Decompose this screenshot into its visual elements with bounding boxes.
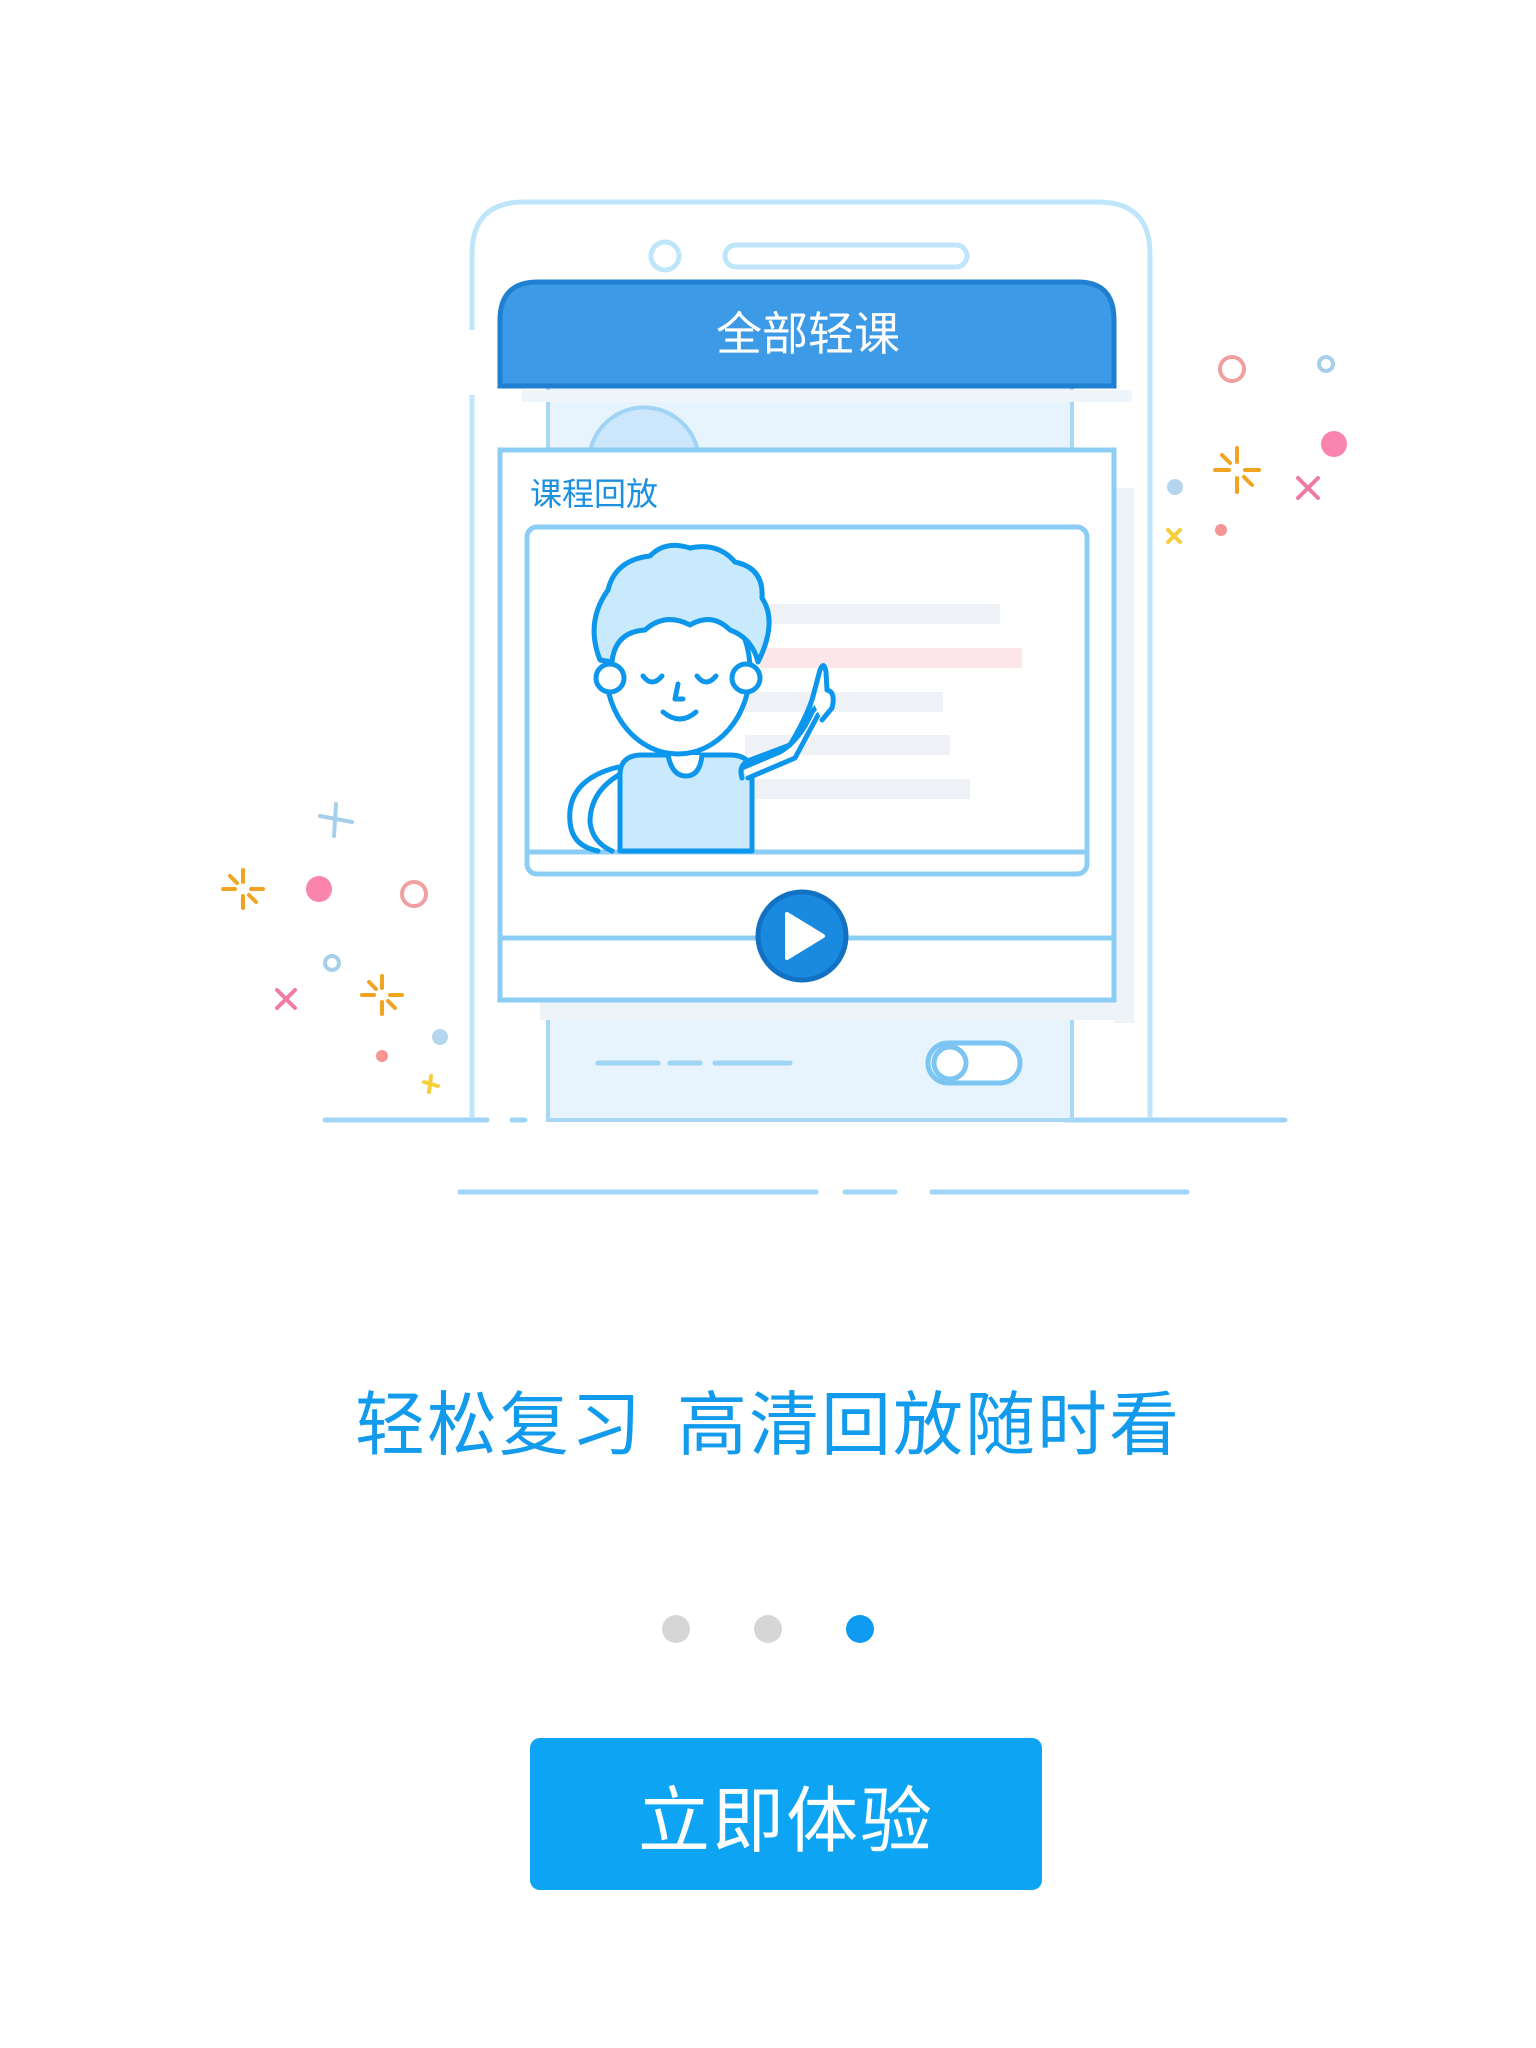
feature-headline: 轻松复习 高清回放随时看 (0, 1380, 1536, 1470)
page-indicator (0, 1615, 1536, 1643)
app-header-bar: 全部轻课 (497, 279, 1117, 389)
course-replay-card: 课程回放 (497, 447, 1117, 1003)
feature-illustration: 全部轻课 课程回放 (0, 0, 1536, 1260)
page-dot-3[interactable] (846, 1615, 874, 1643)
onboarding-page: 全部轻课 课程回放 轻松复习 高清回放随时看 立即体验 (0, 0, 1536, 2048)
ground-lines (322, 1117, 1288, 1195)
play-icon[interactable] (755, 889, 849, 983)
headline-part-1: 轻松复习 (355, 1384, 643, 1466)
page-dot-2[interactable] (754, 1615, 782, 1643)
section-label: 课程回放 (530, 475, 658, 513)
try-now-button[interactable]: 立即体验 (530, 1738, 1042, 1890)
toggle-icon (925, 1040, 1023, 1086)
page-dot-1[interactable] (662, 1615, 690, 1643)
header-title: 全部轻课 (716, 307, 900, 361)
headline-part-2: 高清回放随时看 (677, 1384, 1181, 1466)
